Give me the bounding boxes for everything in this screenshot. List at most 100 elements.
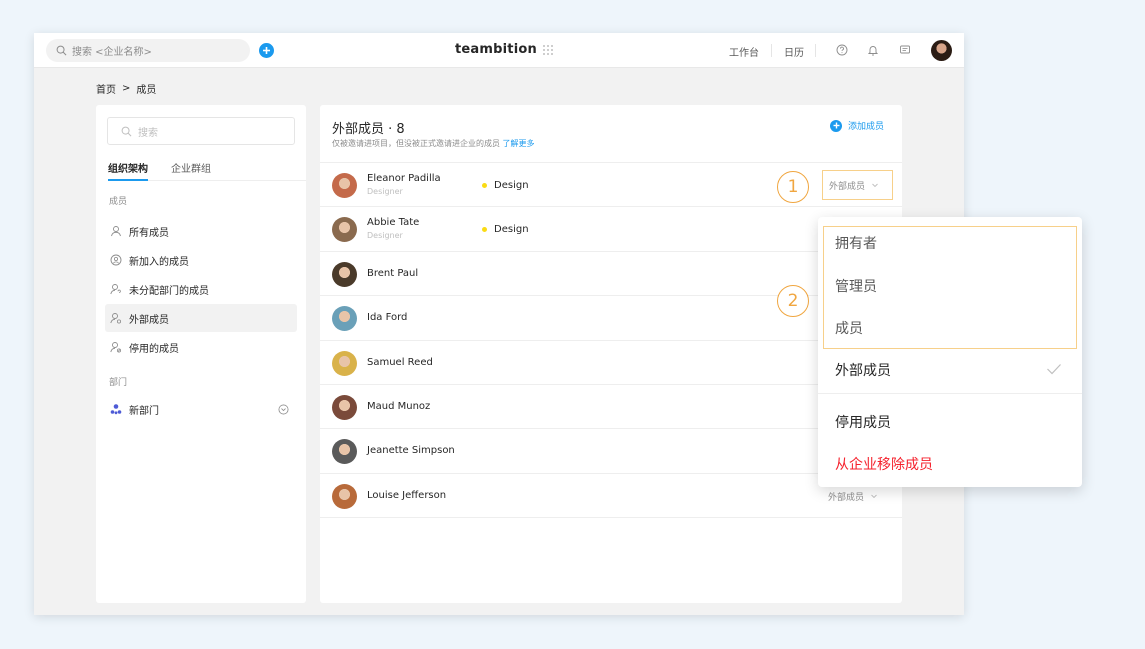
sidebar-item-new-members[interactable]: 新加入的成员 bbox=[105, 246, 297, 274]
chevron-down-icon bbox=[872, 183, 878, 188]
department-dot-icon bbox=[482, 227, 487, 233]
sidebar-item-external-members[interactable]: 外部成员 bbox=[105, 304, 297, 332]
plus-icon bbox=[263, 47, 270, 54]
sidebar-item-label: 未分配部门的成员 bbox=[129, 285, 209, 297]
sidebar-item-new-department[interactable]: 新部门 bbox=[105, 395, 297, 423]
user-external-icon bbox=[110, 313, 122, 324]
member-avatar bbox=[332, 439, 357, 465]
add-member-button[interactable]: 添加成员 bbox=[830, 119, 884, 132]
members-panel: 外部成员 · 8 仅被邀请进项目，但没被正式邀请进企业的成员 了解更多 添加成员… bbox=[320, 105, 902, 603]
breadcrumb-current: 成员 bbox=[136, 85, 157, 96]
global-search-input[interactable]: 搜索 <企业名称> bbox=[46, 39, 250, 62]
sidebar-item-label: 所有成员 bbox=[129, 227, 169, 239]
add-button[interactable] bbox=[259, 43, 274, 58]
sidebar-panel: 搜索 组织架构 企业群组 成员 所有成员 新加入的成员 未分配部门的成员 外部成… bbox=[96, 105, 306, 603]
member-title: Designer bbox=[367, 231, 403, 241]
breadcrumb-home[interactable]: 首页 bbox=[96, 81, 116, 96]
departments-section-label: 部门 bbox=[109, 378, 128, 388]
member-row[interactable]: Samuel Reed bbox=[320, 341, 902, 385]
app-logo[interactable]: teambition bbox=[455, 42, 553, 57]
member-row[interactable]: Jeanette Simpson bbox=[320, 429, 902, 474]
menu-item-external-member[interactable]: 外部成员 bbox=[835, 360, 891, 380]
member-name: Eleanor Padilla bbox=[367, 173, 441, 184]
tab-groups[interactable]: 企业群组 bbox=[171, 160, 211, 181]
smile-icon bbox=[110, 254, 122, 266]
member-avatar bbox=[332, 394, 357, 420]
user-disabled-icon bbox=[110, 342, 122, 353]
user-avatar[interactable] bbox=[931, 40, 952, 61]
sidebar-item-label: 新加入的成员 bbox=[129, 256, 189, 268]
member-row[interactable]: Brent Paul bbox=[320, 252, 902, 297]
member-name: Louise Jefferson bbox=[367, 489, 447, 501]
menu-item-owner[interactable]: 拥有者 bbox=[835, 233, 877, 253]
menu-item-remove-member[interactable]: 从企业移除成员 bbox=[835, 454, 933, 474]
message-icon[interactable] bbox=[898, 43, 912, 57]
member-role-select[interactable]: 外部成员 bbox=[822, 170, 893, 200]
member-name: Maud Munoz bbox=[367, 400, 431, 412]
menu-divider bbox=[818, 393, 1082, 394]
workbench-link[interactable]: 工作台 bbox=[729, 44, 759, 59]
nav-divider bbox=[815, 44, 816, 57]
callout-badge: 2 bbox=[777, 285, 809, 317]
member-row[interactable]: Louise Jefferson 外部成员 bbox=[320, 474, 902, 519]
chevron-down-circle-icon[interactable] bbox=[278, 404, 289, 415]
sidebar-item-label: 新部门 bbox=[129, 405, 159, 417]
panel-subtitle: 仅被邀请进项目，但没被正式邀请进企业的成员 了解更多 bbox=[332, 138, 535, 149]
member-avatar bbox=[332, 261, 357, 287]
nav-divider bbox=[771, 44, 772, 57]
member-avatar bbox=[332, 350, 357, 376]
chevron-down-icon bbox=[871, 494, 877, 499]
member-name: Brent Paul bbox=[367, 267, 419, 279]
sidebar-item-disabled-members[interactable]: 停用的成员 bbox=[105, 333, 297, 361]
search-placeholder: 搜索 <企业名称> bbox=[72, 47, 152, 58]
plus-circle-icon bbox=[830, 119, 842, 132]
member-row[interactable]: Eleanor Padilla Designer Design 外部成员 bbox=[320, 163, 902, 208]
menu-item-disable-member[interactable]: 停用成员 bbox=[835, 412, 891, 432]
member-department: Design bbox=[482, 180, 529, 191]
role-label: 外部成员 bbox=[829, 181, 866, 192]
department-label: Design bbox=[494, 180, 529, 191]
sidebar-tabs: 组织架构 企业群组 bbox=[108, 160, 306, 181]
search-icon bbox=[56, 45, 67, 56]
member-row[interactable]: Ida Ford bbox=[320, 296, 902, 341]
breadcrumb: 首页 > 成员 bbox=[96, 81, 156, 96]
panel-title: 外部成员 · 8 bbox=[332, 122, 405, 137]
user-icon bbox=[111, 226, 121, 237]
role-dropdown-menu: 拥有者 管理员 成员 外部成员 停用成员 从企业移除成员 bbox=[818, 217, 1082, 487]
member-name: Samuel Reed bbox=[367, 356, 433, 368]
department-icon bbox=[110, 404, 122, 415]
sidebar-item-all-members[interactable]: 所有成员 bbox=[105, 217, 297, 245]
department-dot-icon bbox=[482, 183, 487, 188]
breadcrumb-separator: > bbox=[122, 83, 131, 94]
sidebar-item-unassigned-members[interactable]: 未分配部门的成员 bbox=[105, 275, 297, 303]
learn-more-link[interactable]: 了解更多 bbox=[503, 139, 535, 148]
members-section-label: 成员 bbox=[109, 197, 128, 207]
sidebar-item-label: 外部成员 bbox=[129, 314, 169, 326]
member-name: Ida Ford bbox=[367, 312, 408, 324]
logo-text: teambition bbox=[455, 42, 537, 57]
tab-org-structure[interactable]: 组织架构 bbox=[108, 160, 148, 181]
member-avatar bbox=[332, 173, 357, 198]
members-list: Eleanor Padilla Designer Design 外部成员 Abb… bbox=[320, 162, 902, 519]
add-member-label: 添加成员 bbox=[848, 122, 885, 132]
member-title: Designer bbox=[367, 187, 403, 196]
menu-item-admin[interactable]: 管理员 bbox=[835, 276, 877, 296]
user-question-icon bbox=[110, 284, 121, 295]
member-avatar bbox=[332, 306, 357, 332]
role-label: 外部成员 bbox=[828, 492, 865, 503]
member-row[interactable]: Maud Munoz bbox=[320, 385, 902, 430]
member-avatar bbox=[332, 217, 357, 243]
calendar-link[interactable]: 日历 bbox=[784, 44, 804, 59]
menu-item-member[interactable]: 成员 bbox=[835, 318, 863, 338]
member-role-select[interactable]: 外部成员 bbox=[828, 490, 878, 503]
bell-icon[interactable] bbox=[866, 43, 880, 57]
app-grid-icon[interactable] bbox=[542, 44, 553, 55]
top-bar: 搜索 <企业名称> teambition 工作台 日历 bbox=[34, 33, 964, 68]
help-icon[interactable] bbox=[835, 43, 849, 57]
panel-subtitle-text: 仅被邀请进项目，但没被正式邀请进企业的成员 bbox=[332, 139, 500, 148]
sidebar-search-input[interactable]: 搜索 bbox=[107, 117, 295, 145]
member-row[interactable]: Abbie Tate Designer Design bbox=[320, 207, 902, 252]
member-name: Jeanette Simpson bbox=[367, 445, 455, 457]
department-label: Design bbox=[494, 224, 529, 236]
search-icon bbox=[121, 126, 132, 136]
